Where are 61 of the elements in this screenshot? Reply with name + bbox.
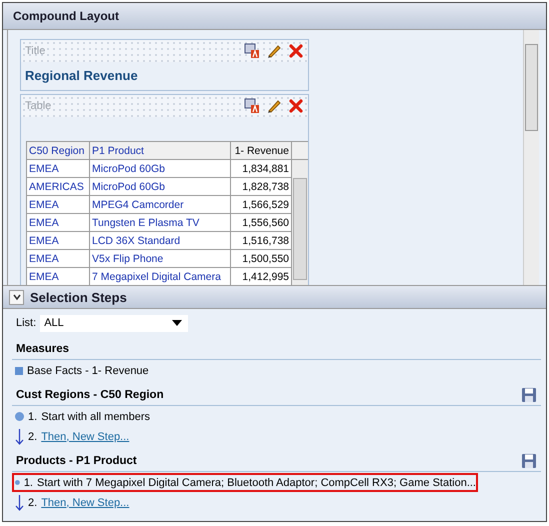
delete-icon[interactable]: [288, 98, 304, 114]
view-label: Table: [25, 100, 52, 112]
table-cell: MicroPod 60Gb: [90, 178, 230, 196]
table-cell: MPEG4 Camcorder: [90, 196, 230, 214]
step-number: 1.: [28, 410, 38, 422]
format-icon[interactable]: [244, 98, 260, 114]
step-number: 1.: [24, 476, 33, 488]
column-header: 1- Revenue: [230, 142, 292, 160]
step-number: 2.: [28, 496, 38, 508]
save-icon[interactable]: [521, 387, 537, 403]
table-cell: EMEA: [26, 232, 90, 250]
bullet-icon: [15, 412, 24, 421]
chevron-icon: [12, 292, 22, 302]
table-cell: 1,516,738: [230, 232, 292, 250]
list-dropdown[interactable]: ALL: [40, 314, 188, 332]
measure-icon: [15, 366, 23, 374]
caret-icon: [172, 320, 182, 326]
scrollbar[interactable]: [292, 160, 308, 285]
view-title: Regional Revenue: [24, 67, 139, 85]
new-step-link[interactable]: Then, New Step...: [41, 496, 130, 508]
table-cell: EMEA: [26, 196, 90, 214]
table-cell: 1,556,560: [230, 214, 292, 232]
section-heading: Measures: [16, 343, 70, 355]
save-icon[interactable]: [521, 453, 537, 469]
down-arrow-icon: [15, 494, 24, 510]
step-text: Start with all members: [41, 410, 150, 422]
table-cell: 7 Megapixel Digital Camera: [90, 268, 230, 285]
table-cell: 1,834,881: [230, 160, 292, 178]
step-number: 2.: [28, 430, 38, 442]
table-cell: 1,828,738: [230, 178, 292, 196]
pencil-icon[interactable]: [266, 98, 282, 114]
table-cell: MicroPod 60Gb: [90, 160, 230, 178]
scrollbar[interactable]: [523, 30, 539, 285]
table-cell: Tungsten E Plasma TV: [90, 214, 230, 232]
panel-title: Selection Steps: [30, 290, 127, 304]
table-cell: 1,566,529: [230, 196, 292, 214]
table-cell: AMERICAS: [26, 178, 90, 196]
column-header: C50 Region: [26, 142, 90, 160]
table-cell: V5x Flip Phone: [90, 250, 230, 268]
format-icon[interactable]: [244, 43, 260, 59]
table-cell: EMEA: [26, 250, 90, 268]
table-cell: EMEA: [26, 160, 90, 178]
table-cell: EMEA: [26, 268, 90, 285]
delete-icon[interactable]: [288, 43, 304, 59]
table-cell: EMEA: [26, 214, 90, 232]
step-text: Start with 7 Megapixel Digital Camera; Bluetooth Adaptor; CompCell RX3; Game Station...: [37, 476, 476, 488]
table-cell: 1,412,995: [230, 268, 292, 285]
pencil-icon[interactable]: [266, 43, 282, 59]
step-text: Base Facts - 1- Revenue: [27, 364, 149, 376]
section-heading: Cust Regions - C50 Region: [16, 389, 164, 401]
down-arrow-icon: [15, 428, 24, 444]
table-cell: 1,500,550: [230, 250, 292, 268]
panel-title: Compound Layout: [13, 9, 119, 23]
collapse-toggle[interactable]: [9, 290, 24, 304]
section-heading: Products - P1 Product: [16, 455, 137, 467]
table-cell: LCD 36X Standard: [90, 232, 230, 250]
column-header: P1 Product: [90, 142, 230, 160]
new-step-link[interactable]: Then, New Step...: [41, 430, 130, 442]
list-label: List:: [16, 317, 36, 329]
bullet-icon: [15, 478, 20, 487]
view-label: Title: [25, 45, 46, 57]
